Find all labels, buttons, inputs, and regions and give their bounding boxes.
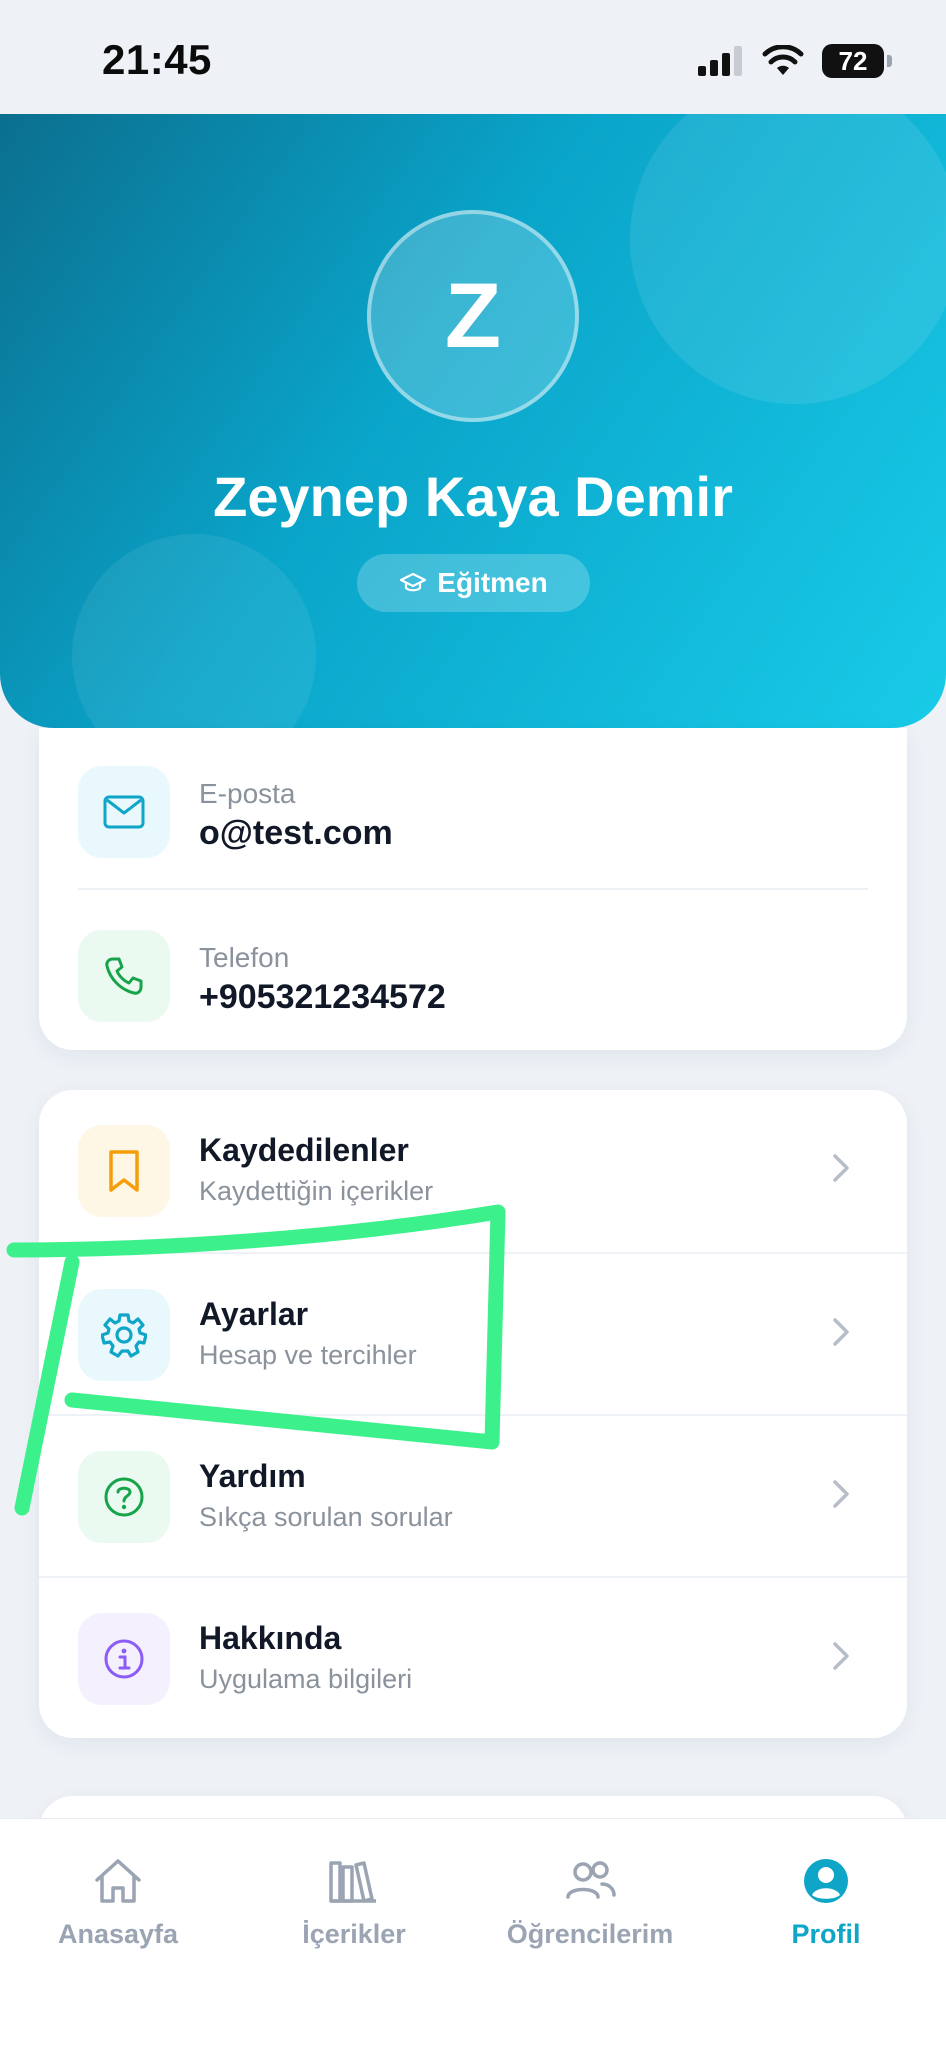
contact-card: E-posta o@test.com Telefon +905321234572 — [39, 728, 907, 1050]
menu-item-yardim[interactable]: Yardım Sıkça sorulan sorular — [39, 1414, 907, 1576]
users-icon — [566, 1861, 616, 1899]
contact-row-phone: Telefon +905321234572 — [39, 880, 907, 1032]
nav-item-profil[interactable]: Profil — [708, 1853, 944, 1963]
question-circle-icon — [104, 1477, 144, 1517]
menu-item-title: Yardım — [199, 1458, 306, 1494]
bookmark-icon — [109, 1150, 139, 1192]
menu-item-kaydedilenler[interactable]: Kaydedilenler Kaydettiğin içerikler — [39, 1090, 907, 1252]
nav-label: Anasayfa — [57, 1919, 179, 1949]
status-icons: 72 — [698, 44, 892, 78]
user-name: Zeynep Kaya Demir — [213, 465, 733, 528]
nav-label: Öğrencilerim — [506, 1919, 674, 1949]
bookmark-icon-box — [78, 1125, 170, 1217]
menu-item-title: Ayarlar — [199, 1296, 309, 1332]
battery-indicator: 72 — [822, 44, 892, 78]
decor-circle — [72, 534, 316, 728]
role-label: Eğitmen — [437, 567, 548, 598]
nav-label: İçerikler — [302, 1919, 406, 1949]
menu-item-title: Hakkında — [199, 1620, 342, 1656]
phone-value: +905321234572 — [199, 978, 446, 1016]
email-icon-box — [78, 766, 170, 858]
status-time: 21:45 — [102, 36, 212, 83]
phone-icon-box — [78, 930, 170, 1022]
chevron-right-icon — [833, 1480, 849, 1508]
gear-icon-box — [78, 1289, 170, 1381]
menu-item-subtitle: Sıkça sorulan sorular — [199, 1502, 453, 1532]
phone-label: Telefon — [199, 942, 290, 973]
status-bar: 21:45 72 — [0, 0, 946, 114]
menu-item-hakkinda[interactable]: Hakkında Uygulama bilgileri — [39, 1576, 907, 1738]
library-icon — [329, 1861, 376, 1903]
decor-circle — [630, 114, 946, 404]
nav-label: Profil — [791, 1919, 861, 1949]
menu-card: Kaydedilenler Kaydettiğin içerikler Ayar… — [39, 1090, 907, 1738]
nav-item-anasayfa[interactable]: Anasayfa — [0, 1853, 236, 1963]
email-label: E-posta — [199, 778, 296, 809]
menu-item-subtitle: Hesap ve tercihler — [199, 1340, 417, 1370]
chevron-right-icon — [833, 1154, 849, 1182]
menu-item-ayarlar[interactable]: Ayarlar Hesap ve tercihler — [39, 1252, 907, 1414]
nav-item-icerikler[interactable]: İçerikler — [236, 1853, 472, 1963]
graduation-cap-icon — [400, 572, 427, 592]
mail-icon — [103, 795, 145, 829]
help-icon-box — [78, 1451, 170, 1543]
menu-item-subtitle: Uygulama bilgileri — [199, 1664, 413, 1694]
menu-item-subtitle: Kaydettiğin içerikler — [199, 1176, 434, 1206]
profile-icon — [804, 1859, 848, 1903]
signal-icon — [698, 46, 742, 76]
menu-item-title: Kaydedilenler — [199, 1132, 409, 1168]
bottom-nav: Anasayfa İçerikler Öğrencilerim Profil — [0, 1818, 946, 2048]
info-icon-box — [78, 1613, 170, 1705]
info-circle-icon — [104, 1639, 144, 1679]
wifi-icon — [762, 45, 804, 75]
role-badge: Eğitmen — [357, 554, 590, 612]
profile-header: Z Zeynep Kaya Demir Eğitmen — [0, 114, 946, 728]
chevron-right-icon — [833, 1642, 849, 1670]
contact-row-email: E-posta o@test.com — [39, 728, 907, 890]
chevron-right-icon — [833, 1318, 849, 1346]
battery-cap — [887, 55, 892, 67]
gear-icon — [101, 1313, 147, 1358]
nav-item-ogrencilerim[interactable]: Öğrencilerim — [472, 1853, 708, 1963]
avatar: Z — [367, 210, 579, 422]
phone-icon — [105, 957, 143, 995]
battery-level: 72 — [838, 45, 868, 76]
home-icon — [95, 1859, 141, 1903]
profile-screen: 21:45 72 Z Zeynep Kaya Demir Eğitmen E-p… — [0, 0, 946, 2048]
avatar-initial: Z — [444, 264, 502, 367]
email-value: o@test.com — [199, 814, 393, 852]
